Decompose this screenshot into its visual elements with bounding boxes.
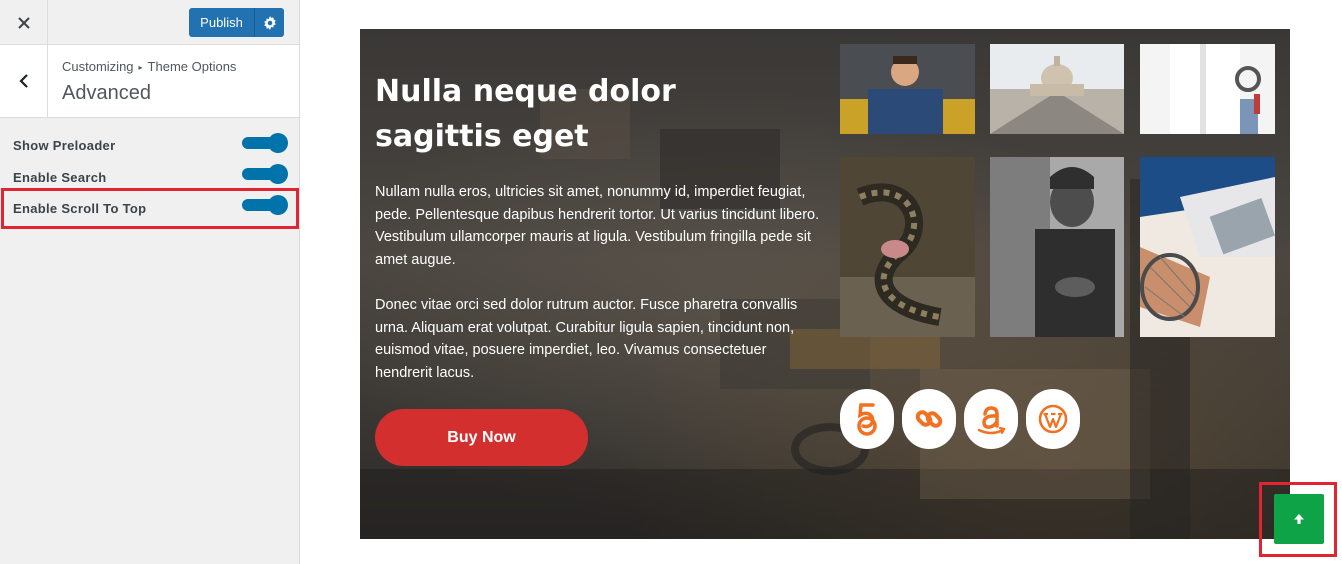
toggle-enable-search[interactable] — [242, 164, 288, 184]
section-title: Advanced — [62, 82, 151, 104]
amazon-button[interactable] — [964, 389, 1018, 449]
hero-paragraph-2: Donec vitae orci sed dolor rutrum auctor… — [375, 297, 798, 381]
500px-button[interactable] — [840, 389, 894, 449]
chevron-left-icon — [18, 74, 28, 88]
breadcrumb: Customizing ▸ Theme Options — [62, 59, 236, 74]
gear-icon — [263, 15, 276, 30]
snake-photo[interactable] — [840, 157, 975, 337]
section-header: Customizing ▸ Theme Options Advanced — [0, 45, 299, 118]
publish-group: Publish — [189, 8, 284, 37]
publish-settings-button[interactable] — [255, 8, 284, 37]
customizer-header: Publish — [0, 0, 299, 45]
highlight-scroll-to-top-button — [1259, 482, 1337, 557]
hero-banner: Nulla neque dolor sagittis eget Nullam n… — [360, 29, 1290, 539]
breadcrumb-separator: ▸ — [138, 63, 143, 72]
buy-now-button[interactable]: Buy Now — [375, 409, 588, 466]
highlight-scroll-to-top-option — [1, 188, 299, 229]
man-reading-photo[interactable] — [840, 44, 975, 134]
amazon-icon — [977, 406, 1006, 435]
publish-button[interactable]: Publish — [189, 8, 255, 37]
old-man-photo[interactable] — [990, 157, 1124, 337]
close-icon — [17, 16, 30, 29]
hero-paragraph-1: Nullam nulla eros, ultricies sit amet, n… — [375, 184, 820, 268]
option-label-show-preloader: Show Preloader — [13, 138, 116, 153]
back-button[interactable] — [0, 45, 48, 117]
link-icon — [915, 410, 943, 428]
toggle-show-preloader[interactable] — [242, 133, 288, 153]
customizer-sidebar: Publish Customizing ▸ Theme Options Advanc… — [0, 0, 300, 564]
wordpress-button[interactable] — [1026, 389, 1080, 449]
link-button[interactable] — [902, 389, 956, 449]
close-button[interactable] — [0, 0, 48, 45]
option-label-enable-search: Enable Search — [13, 170, 107, 185]
wordpress-icon — [1038, 404, 1068, 434]
breadcrumb-current: Theme Options — [147, 59, 237, 74]
breadcrumb-root: Customizing — [62, 59, 134, 74]
hero-title: Nulla neque dolor sagittis eget — [375, 74, 676, 154]
500px-icon — [857, 403, 877, 436]
city-bridge-photo[interactable] — [990, 44, 1124, 134]
laptop-tennis-photo[interactable] — [1140, 157, 1275, 337]
doctor-stethoscope-photo[interactable] — [1140, 44, 1275, 134]
